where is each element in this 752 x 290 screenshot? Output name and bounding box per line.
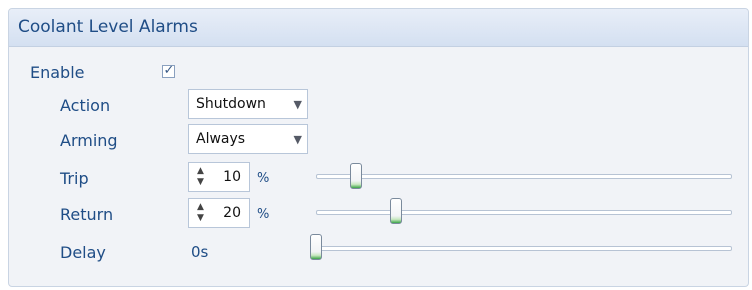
trip-value: 10 [223,169,241,185]
delay-label: Delay [60,243,106,262]
action-dropdown-value: Shutdown [196,96,266,112]
return-label: Return [60,205,114,224]
spinner-buttons: ▲ ▼ [197,167,207,187]
return-slider-thumb[interactable] [390,198,402,224]
spin-down-icon[interactable]: ▼ [197,214,204,223]
return-unit: % [257,207,270,222]
return-slider-track[interactable] [316,210,732,215]
return-value: 20 [223,205,241,221]
checkmark-icon: ✓ [163,63,175,78]
trip-slider-thumb[interactable] [350,163,362,189]
chevron-down-icon[interactable]: ▼ [294,133,302,146]
return-spinner[interactable]: ▲ ▼ 20 [188,198,250,228]
chevron-down-icon[interactable]: ▼ [294,98,302,111]
delay-value: 0s [191,243,209,261]
trip-unit: % [257,171,270,186]
delay-slider-thumb[interactable] [310,234,322,260]
arming-dropdown[interactable]: Always ▼ [188,124,308,154]
action-dropdown[interactable]: Shutdown ▼ [188,89,308,119]
spin-up-icon[interactable]: ▲ [197,203,204,212]
trip-spinner[interactable]: ▲ ▼ 10 [188,162,250,192]
enable-checkbox[interactable]: ✓ [162,63,175,78]
panel-header: Coolant Level Alarms [9,9,748,47]
arming-dropdown-value: Always [196,131,246,147]
enable-label: Enable [30,63,85,82]
spin-down-icon[interactable]: ▼ [197,178,204,187]
delay-slider-track[interactable] [316,246,732,251]
panel-title: Coolant Level Alarms [18,17,198,37]
spin-up-icon[interactable]: ▲ [197,167,204,176]
action-label: Action [60,96,111,115]
trip-label: Trip [60,169,89,188]
trip-slider-track[interactable] [316,174,732,179]
spinner-buttons: ▲ ▼ [197,203,207,223]
arming-label: Arming [60,131,118,150]
